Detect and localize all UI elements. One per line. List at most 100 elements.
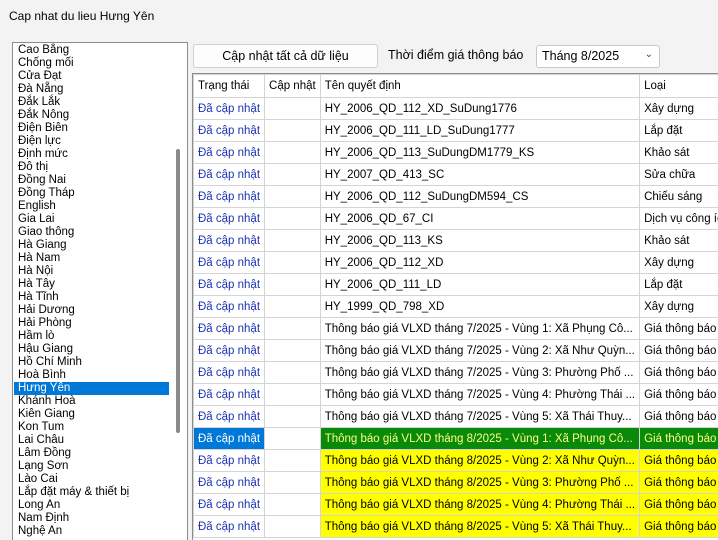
province-item[interactable]: Định mức — [14, 148, 169, 161]
column-header-name[interactable]: Tên quyết định — [320, 75, 639, 98]
province-item[interactable]: Hà Tĩnh — [14, 291, 169, 304]
table-row[interactable]: Đã cập nhậtHY_2006_QD_113_SuDungDM1779_K… — [194, 142, 718, 164]
type-cell: Giá thông báo — [640, 516, 718, 538]
name-cell: HY_2006_QD_112_XD — [320, 252, 639, 274]
province-item[interactable]: Đồng Tháp — [14, 187, 169, 200]
table-row[interactable]: Đã cập nhậtThông báo giá VLXD tháng 7/20… — [194, 362, 718, 384]
chevron-down-icon[interactable]: ⌄ — [645, 49, 653, 60]
province-item[interactable]: Giao thông — [14, 226, 169, 239]
province-item[interactable]: Hà Nam — [14, 252, 169, 265]
status-cell: Đã cập nhật — [194, 428, 265, 450]
table-row[interactable]: Đã cập nhậtThông báo giá VLXD tháng 8/20… — [194, 516, 718, 538]
province-item[interactable]: Hải Phòng — [14, 317, 169, 330]
province-item[interactable]: Cao Bằng — [14, 44, 169, 57]
table-row[interactable]: Đã cập nhậtThông báo giá VLXD tháng 8/20… — [194, 494, 718, 516]
table-row[interactable]: Đã cập nhậtThông báo giá VLXD tháng 7/20… — [194, 340, 718, 362]
column-header-type[interactable]: Loại — [640, 75, 718, 98]
table-row[interactable]: Đã cập nhậtThông báo giá VLXD tháng 8/20… — [194, 450, 718, 472]
table-row[interactable]: Đã cập nhậtHY_2006_QD_113_KSKhảo sát — [194, 230, 718, 252]
province-item[interactable]: Hải Dương — [14, 304, 169, 317]
update-cell[interactable] — [265, 164, 321, 186]
province-item[interactable]: English — [14, 200, 169, 213]
update-cell[interactable] — [265, 274, 321, 296]
update-cell[interactable] — [265, 296, 321, 318]
province-item[interactable]: Điện Biên — [14, 122, 169, 135]
decision-grid[interactable]: Trạng thái Cập nhật Tên quyết định Loại … — [192, 73, 718, 540]
province-item[interactable]: Đô thị — [14, 161, 169, 174]
province-list-scrollbar[interactable] — [171, 43, 187, 540]
type-cell: Giá thông báo — [640, 428, 718, 450]
province-list[interactable]: Cao BằngChống mốiCửa ĐạtĐà NẵngĐắk LắkĐắ… — [12, 42, 188, 540]
update-cell[interactable] — [265, 208, 321, 230]
province-item[interactable]: Điện lực — [14, 135, 169, 148]
update-cell[interactable] — [265, 340, 321, 362]
province-item[interactable]: Hưng Yên — [14, 382, 169, 395]
update-cell[interactable] — [265, 384, 321, 406]
name-cell: HY_2006_QD_67_CI — [320, 208, 639, 230]
update-cell[interactable] — [265, 318, 321, 340]
province-item[interactable]: Lai Châu — [14, 434, 169, 447]
scrollbar-thumb[interactable] — [176, 149, 180, 433]
table-row[interactable]: Đã cập nhậtThông báo giá VLXD tháng 7/20… — [194, 318, 718, 340]
table-row[interactable]: Đã cập nhậtHY_1999_QD_798_XDXây dựng — [194, 296, 718, 318]
table-row[interactable]: Đã cập nhậtThông báo giá VLXD tháng 8/20… — [194, 428, 718, 450]
province-item[interactable]: Đồng Nai — [14, 174, 169, 187]
update-cell[interactable] — [265, 450, 321, 472]
update-all-button[interactable]: Cập nhật tất cả dữ liệu — [193, 44, 378, 68]
province-item[interactable]: Lâm Đồng — [14, 447, 169, 460]
province-item[interactable]: Long An — [14, 499, 169, 512]
update-cell[interactable] — [265, 230, 321, 252]
province-item[interactable]: Đắk Nông — [14, 109, 169, 122]
table-row[interactable]: Đã cập nhậtHY_2006_QD_111_LD_SuDung1777L… — [194, 120, 718, 142]
table-row[interactable]: Đã cập nhậtThông báo giá VLXD tháng 8/20… — [194, 472, 718, 494]
update-cell[interactable] — [265, 362, 321, 384]
update-cell[interactable] — [265, 186, 321, 208]
update-cell[interactable] — [265, 120, 321, 142]
province-item[interactable]: Nam Định — [14, 512, 169, 525]
table-row[interactable]: Đã cập nhậtHY_2006_QD_112_XD_SuDung1776X… — [194, 98, 718, 120]
province-item[interactable]: Lạng Sơn — [14, 460, 169, 473]
type-cell: Dịch vụ công ích — [640, 208, 718, 230]
name-cell: HY_2006_QD_113_SuDungDM1779_KS — [320, 142, 639, 164]
province-item[interactable]: Hầm lò — [14, 330, 169, 343]
update-cell[interactable] — [265, 472, 321, 494]
province-item[interactable]: Khánh Hoà — [14, 395, 169, 408]
province-item[interactable]: Kon Tum — [14, 421, 169, 434]
column-header-update[interactable]: Cập nhật — [265, 75, 321, 98]
update-cell[interactable] — [265, 406, 321, 428]
type-cell: Giá thông báo — [640, 384, 718, 406]
table-row[interactable]: Đã cập nhậtHY_2006_QD_112_XDXây dựng — [194, 252, 718, 274]
province-item[interactable]: Đắk Lắk — [14, 96, 169, 109]
province-item[interactable]: Hà Nội — [14, 265, 169, 278]
table-row[interactable]: Đã cập nhậtHY_2006_QD_112_SuDungDM594_CS… — [194, 186, 718, 208]
province-item[interactable]: Gia Lai — [14, 213, 169, 226]
column-header-status[interactable]: Trạng thái — [194, 75, 265, 98]
update-cell[interactable] — [265, 494, 321, 516]
type-cell: Giá thông báo — [640, 494, 718, 516]
table-row[interactable]: Đã cập nhậtThông báo giá VLXD tháng 7/20… — [194, 384, 718, 406]
update-cell[interactable] — [265, 428, 321, 450]
update-cell[interactable] — [265, 252, 321, 274]
province-item[interactable]: Hà Tây — [14, 278, 169, 291]
province-item[interactable]: Cửa Đạt — [14, 70, 169, 83]
province-item[interactable]: Chống mối — [14, 57, 169, 70]
update-cell[interactable] — [265, 98, 321, 120]
type-cell: Khảo sát — [640, 230, 718, 252]
province-item[interactable]: Lào Cai — [14, 473, 169, 486]
province-item[interactable]: Hoà Bình — [14, 369, 169, 382]
province-item[interactable]: Đà Nẵng — [14, 83, 169, 96]
province-item[interactable]: Hậu Giang — [14, 343, 169, 356]
price-time-dropdown[interactable]: Tháng 8/2025 ⌄ — [536, 45, 660, 68]
table-row[interactable]: Đã cập nhậtHY_2007_QD_413_SCSửa chữa — [194, 164, 718, 186]
province-item[interactable]: Hồ Chí Minh — [14, 356, 169, 369]
province-item[interactable]: Nghệ An — [14, 525, 169, 538]
province-item[interactable]: Lắp đặt máy & thiết bị — [14, 486, 169, 499]
province-item[interactable]: Kiên Giang — [14, 408, 169, 421]
update-cell[interactable] — [265, 516, 321, 538]
table-row[interactable]: Đã cập nhậtThông báo giá VLXD tháng 7/20… — [194, 406, 718, 428]
province-item[interactable]: Hà Giang — [14, 239, 169, 252]
table-row[interactable]: Đã cập nhậtHY_2006_QD_111_LDLắp đặt — [194, 274, 718, 296]
status-cell: Đã cập nhật — [194, 318, 265, 340]
update-cell[interactable] — [265, 142, 321, 164]
table-row[interactable]: Đã cập nhậtHY_2006_QD_67_CIDịch vụ công … — [194, 208, 718, 230]
